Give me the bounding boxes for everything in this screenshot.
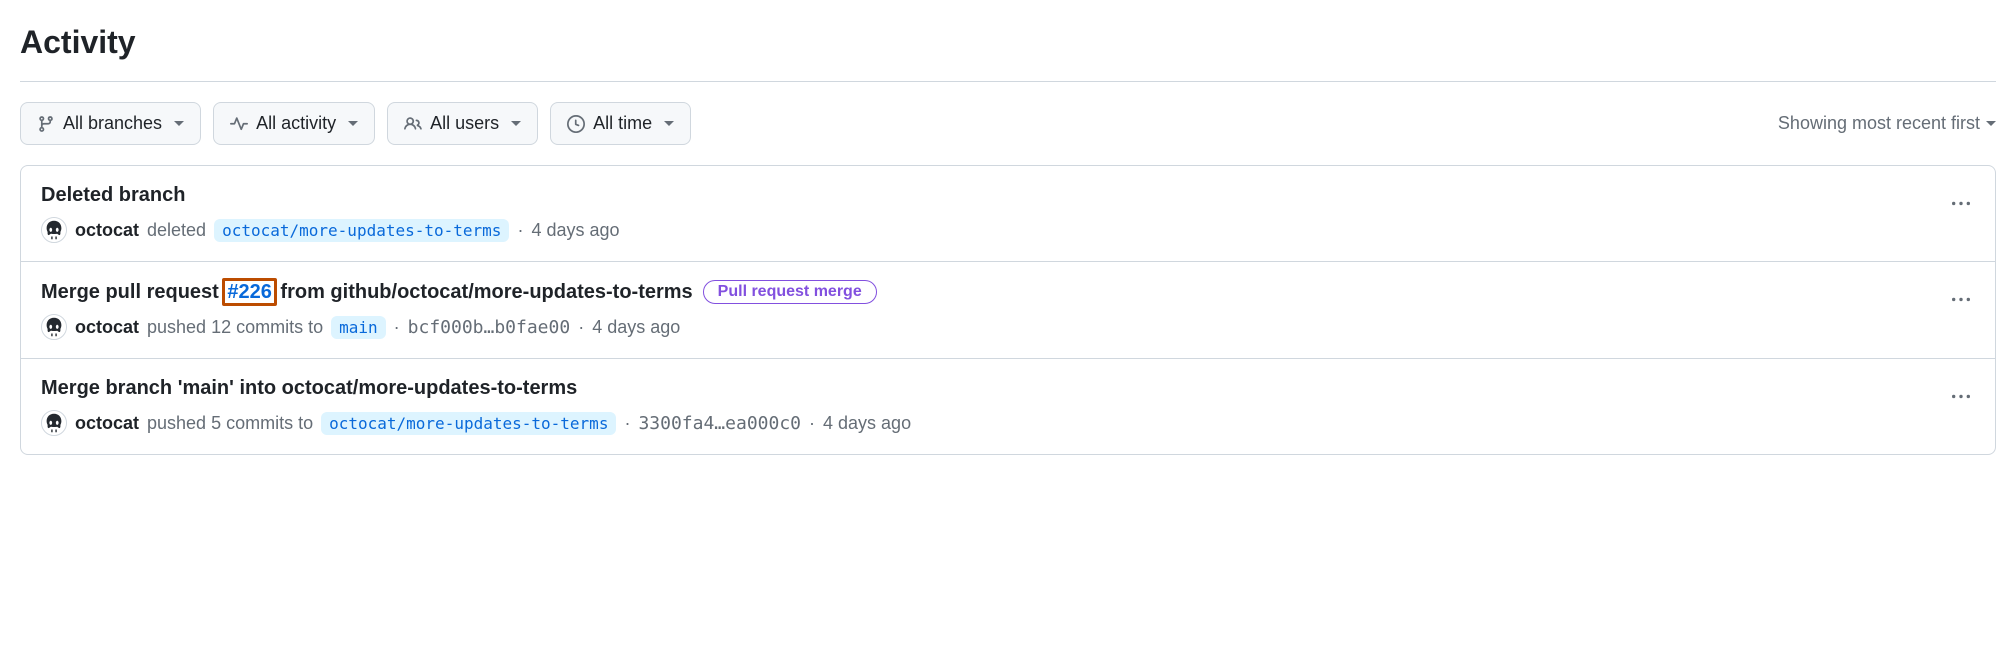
title-suffix: from github/octocat/more-updates-to-term… <box>275 281 693 303</box>
kebab-menu[interactable] <box>1945 188 1977 220</box>
kebab-icon <box>1952 195 1970 213</box>
chevron-down-icon <box>348 121 358 126</box>
activity-meta: octocat pushed 12 commits to main · bcf0… <box>41 314 1975 340</box>
action-text: deleted <box>147 220 206 241</box>
separator: · <box>624 413 630 434</box>
kebab-icon <box>1952 291 1970 309</box>
username-link[interactable]: octocat <box>75 220 139 241</box>
activity-meta: octocat deleted octocat/more-updates-to-… <box>41 217 1975 243</box>
filter-users-label: All users <box>430 111 499 136</box>
avatar[interactable] <box>41 217 67 243</box>
branch-tag[interactable]: octocat/more-updates-to-terms <box>214 219 509 242</box>
pulse-icon <box>230 115 248 133</box>
timestamp: 4 days ago <box>823 413 911 434</box>
filter-activity-label: All activity <box>256 111 336 136</box>
branch-tag[interactable]: main <box>331 316 386 339</box>
separator: · <box>809 413 815 434</box>
avatar[interactable] <box>41 314 67 340</box>
kebab-menu[interactable] <box>1945 284 1977 316</box>
filter-activity[interactable]: All activity <box>213 102 375 145</box>
activity-list: Deleted branch octocat deleted octocat/m… <box>20 165 1996 455</box>
filter-branches[interactable]: All branches <box>20 102 201 145</box>
activity-meta: octocat pushed 5 commits to octocat/more… <box>41 410 1975 436</box>
activity-title-row: Merge branch 'main' into octocat/more-up… <box>41 377 1975 400</box>
avatar[interactable] <box>41 410 67 436</box>
page-header: Activity <box>20 0 1996 82</box>
action-text: pushed 12 commits to <box>147 317 323 338</box>
git-branch-icon <box>37 115 55 133</box>
username-link[interactable]: octocat <box>75 413 139 434</box>
filter-time[interactable]: All time <box>550 102 691 145</box>
title-prefix: Merge pull request <box>41 281 224 303</box>
timestamp: 4 days ago <box>531 220 619 241</box>
activity-item: Merge branch 'main' into octocat/more-up… <box>21 359 1995 454</box>
separator: · <box>517 220 523 241</box>
branch-tag[interactable]: octocat/more-updates-to-terms <box>321 412 616 435</box>
commit-range-link[interactable]: bcf000b…b0fae00 <box>408 317 571 338</box>
chevron-down-icon <box>174 121 184 126</box>
action-text: pushed 5 commits to <box>147 413 313 434</box>
filters-row: All branches All activity All users All … <box>20 82 1996 165</box>
people-icon <box>404 115 422 133</box>
title-prefix: Merge branch 'main' into octocat/more-up… <box>41 377 577 399</box>
separator: · <box>578 317 584 338</box>
octocat-avatar-icon <box>42 411 66 435</box>
activity-item: Merge pull request #226 from github/octo… <box>21 262 1995 359</box>
sort-order-label: Showing most recent first <box>1778 113 1980 134</box>
filter-branches-label: All branches <box>63 111 162 136</box>
username-link[interactable]: octocat <box>75 317 139 338</box>
page-title: Activity <box>20 24 1996 61</box>
pr-number-link[interactable]: #226 <box>222 278 277 306</box>
sort-order-button[interactable]: Showing most recent first <box>1778 113 1996 134</box>
activity-title-row: Deleted branch <box>41 184 1975 207</box>
chevron-down-icon <box>664 121 674 126</box>
filter-users[interactable]: All users <box>387 102 538 145</box>
separator: · <box>394 317 400 338</box>
activity-item: Deleted branch octocat deleted octocat/m… <box>21 166 1995 262</box>
octocat-avatar-icon <box>42 315 66 339</box>
filter-time-label: All time <box>593 111 652 136</box>
activity-title-row: Merge pull request #226 from github/octo… <box>41 280 1975 304</box>
chevron-down-icon <box>1986 121 1996 126</box>
pr-merge-badge: Pull request merge <box>703 280 877 304</box>
kebab-icon <box>1952 388 1970 406</box>
kebab-menu[interactable] <box>1945 381 1977 413</box>
chevron-down-icon <box>511 121 521 126</box>
activity-title: Merge pull request #226 from github/octo… <box>41 281 693 304</box>
clock-icon <box>567 115 585 133</box>
commit-range-link[interactable]: 3300fa4…ea000c0 <box>638 413 801 434</box>
activity-title: Merge branch 'main' into octocat/more-up… <box>41 377 577 400</box>
timestamp: 4 days ago <box>592 317 680 338</box>
activity-title: Deleted branch <box>41 184 185 207</box>
title-prefix: Deleted branch <box>41 184 185 206</box>
octocat-avatar-icon <box>42 218 66 242</box>
